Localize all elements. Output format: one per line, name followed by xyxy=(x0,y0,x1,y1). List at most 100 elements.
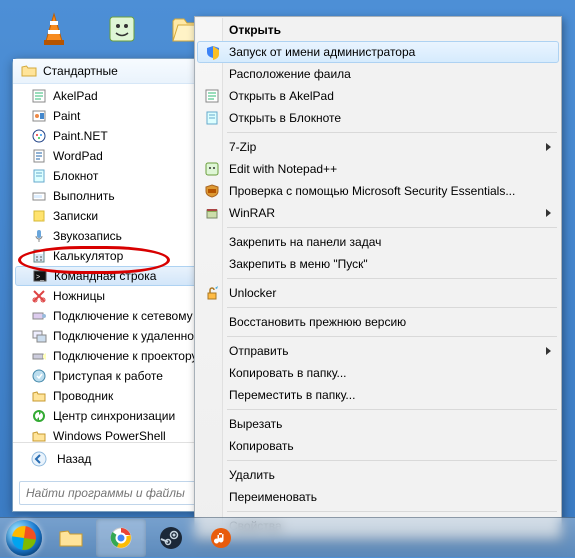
start-menu-item-12[interactable]: Подключение к удаленно xyxy=(13,326,216,346)
start-menu-item-2[interactable]: Paint.NET xyxy=(13,126,216,146)
akelpad-icon xyxy=(203,87,221,105)
desktop-notepadpp-icon[interactable] xyxy=(98,5,146,53)
context-menu-item-7[interactable]: Edit with Notepad++ xyxy=(197,158,559,180)
start-menu-item-6[interactable]: Записки xyxy=(13,206,216,226)
start-menu-item-16[interactable]: Центр синхронизации xyxy=(13,406,216,426)
context-menu-item-20[interactable]: Переместить в папку... xyxy=(197,384,559,406)
context-menu-item-label: Отправить xyxy=(229,344,289,358)
akelpad-icon xyxy=(31,88,47,104)
context-menu-item-8[interactable]: Проверка с помощью Microsoft Security Es… xyxy=(197,180,559,202)
context-menu-item-label: Копировать xyxy=(229,439,294,453)
context-menu-item-label: Вырезать xyxy=(229,417,282,431)
start-menu-item-5[interactable]: Выполнить xyxy=(13,186,216,206)
context-menu-item-18[interactable]: Отправить xyxy=(197,340,559,362)
context-menu-item-label: Открыть в Блокноте xyxy=(229,111,341,125)
taskbar xyxy=(0,517,575,557)
start-menu-item-label: WordPad xyxy=(53,149,103,163)
start-menu-item-0[interactable]: AkelPad xyxy=(13,86,216,106)
context-menu-item-0[interactable]: Открыть xyxy=(197,19,559,41)
welcome-icon xyxy=(31,368,47,384)
context-menu-item-26[interactable]: Переименовать xyxy=(197,486,559,508)
mse-icon xyxy=(203,182,221,200)
start-menu-item-11[interactable]: Подключение к сетевому xyxy=(13,306,216,326)
start-menu-item-3[interactable]: WordPad xyxy=(13,146,216,166)
start-menu-back[interactable]: Назад xyxy=(13,442,216,475)
taskbar-music[interactable] xyxy=(196,519,246,557)
run-icon xyxy=(31,188,47,204)
start-menu-item-label: Звукозапись xyxy=(53,229,122,243)
folder-icon xyxy=(21,63,37,79)
context-menu-separator xyxy=(227,227,557,228)
start-menu-item-label: Приступая к работе xyxy=(53,369,163,383)
start-menu-item-label: AkelPad xyxy=(53,89,98,103)
start-menu-item-13[interactable]: Подключение к проектору xyxy=(13,346,216,366)
desktop-vlc-icon[interactable] xyxy=(30,5,78,53)
context-menu-item-label: WinRAR xyxy=(229,206,275,220)
context-menu-item-22[interactable]: Вырезать xyxy=(197,413,559,435)
sync-icon xyxy=(31,408,47,424)
start-button[interactable] xyxy=(2,518,46,558)
sticky-icon xyxy=(31,208,47,224)
start-menu-item-label: Записки xyxy=(53,209,98,223)
start-menu-item-label: Подключение к проектору xyxy=(53,349,198,363)
context-menu-item-9[interactable]: WinRAR xyxy=(197,202,559,224)
notepad-icon xyxy=(203,109,221,127)
context-menu-item-label: Переместить в папку... xyxy=(229,388,355,402)
context-menu-item-3[interactable]: Открыть в AkelPad xyxy=(197,85,559,107)
context-menu-separator xyxy=(227,460,557,461)
start-menu-item-label: Блокнот xyxy=(53,169,98,183)
context-menu-separator xyxy=(227,511,557,512)
start-menu-item-15[interactable]: Проводник xyxy=(13,386,216,406)
start-menu-item-4[interactable]: Блокнот xyxy=(13,166,216,186)
wordpad-icon xyxy=(31,148,47,164)
start-menu-header: Стандартные xyxy=(13,59,216,84)
start-menu-item-10[interactable]: Ножницы xyxy=(13,286,216,306)
start-menu-item-label: Paint xyxy=(53,109,80,123)
context-menu-item-label: Открыть в AkelPad xyxy=(229,89,334,103)
context-menu-item-23[interactable]: Копировать xyxy=(197,435,559,457)
context-menu-item-16[interactable]: Восстановить прежнюю версию xyxy=(197,311,559,333)
start-menu-item-7[interactable]: Звукозапись xyxy=(13,226,216,246)
taskbar-chrome[interactable] xyxy=(96,519,146,557)
context-menu-item-19[interactable]: Копировать в папку... xyxy=(197,362,559,384)
context-menu-item-25[interactable]: Удалить xyxy=(197,464,559,486)
start-menu-item-label: Подключение к сетевому xyxy=(53,309,193,323)
context-menu-item-label: Запуск от имени администратора xyxy=(229,45,415,59)
netproj-icon xyxy=(31,308,47,324)
submenu-arrow-icon xyxy=(546,347,551,355)
start-menu-item-label: Калькулятор xyxy=(53,249,123,263)
context-menu-item-1[interactable]: Запуск от имени администратора xyxy=(197,41,559,63)
paintnet-icon xyxy=(31,128,47,144)
context-menu-item-11[interactable]: Закрепить на панели задач xyxy=(197,231,559,253)
start-menu-item-1[interactable]: Paint xyxy=(13,106,216,126)
context-menu-item-label: Копировать в папку... xyxy=(229,366,347,380)
back-label: Назад xyxy=(57,452,91,466)
start-menu-item-17[interactable]: Windows PowerShell xyxy=(13,426,216,442)
start-menu-title: Стандартные xyxy=(43,64,118,78)
start-menu-search[interactable] xyxy=(19,481,210,505)
context-menu-item-label: Переименовать xyxy=(229,490,317,504)
context-menu-separator xyxy=(227,336,557,337)
start-menu-item-label: Центр синхронизации xyxy=(53,409,175,423)
npp-icon xyxy=(203,160,221,178)
taskbar-explorer[interactable] xyxy=(46,519,96,557)
folder-icon xyxy=(31,428,47,442)
context-menu-item-6[interactable]: 7-Zip xyxy=(197,136,559,158)
context-menu: Открыть Запуск от имени администратора Рас… xyxy=(194,16,562,540)
context-menu-item-2[interactable]: Расположение фаила xyxy=(197,63,559,85)
start-menu-item-9[interactable]: >_Командная строка xyxy=(15,266,214,286)
start-menu-item-14[interactable]: Приступая к работе xyxy=(13,366,216,386)
start-menu-item-8[interactable]: Калькулятор xyxy=(13,246,216,266)
context-menu-item-label: Удалить xyxy=(229,468,275,482)
context-menu-item-4[interactable]: Открыть в Блокноте xyxy=(197,107,559,129)
context-menu-item-label: 7-Zip xyxy=(229,140,256,154)
taskbar-steam[interactable] xyxy=(146,519,196,557)
search-input[interactable] xyxy=(26,486,203,500)
context-menu-item-label: Открыть xyxy=(229,23,281,37)
context-menu-item-12[interactable]: Закрепить в меню "Пуск" xyxy=(197,253,559,275)
context-menu-item-label: Расположение фаила xyxy=(229,67,351,81)
context-menu-item-label: Edit with Notepad++ xyxy=(229,162,337,176)
shield-icon xyxy=(204,43,222,61)
start-menu-item-label: Windows PowerShell xyxy=(53,429,166,442)
context-menu-item-14[interactable]: Unlocker xyxy=(197,282,559,304)
